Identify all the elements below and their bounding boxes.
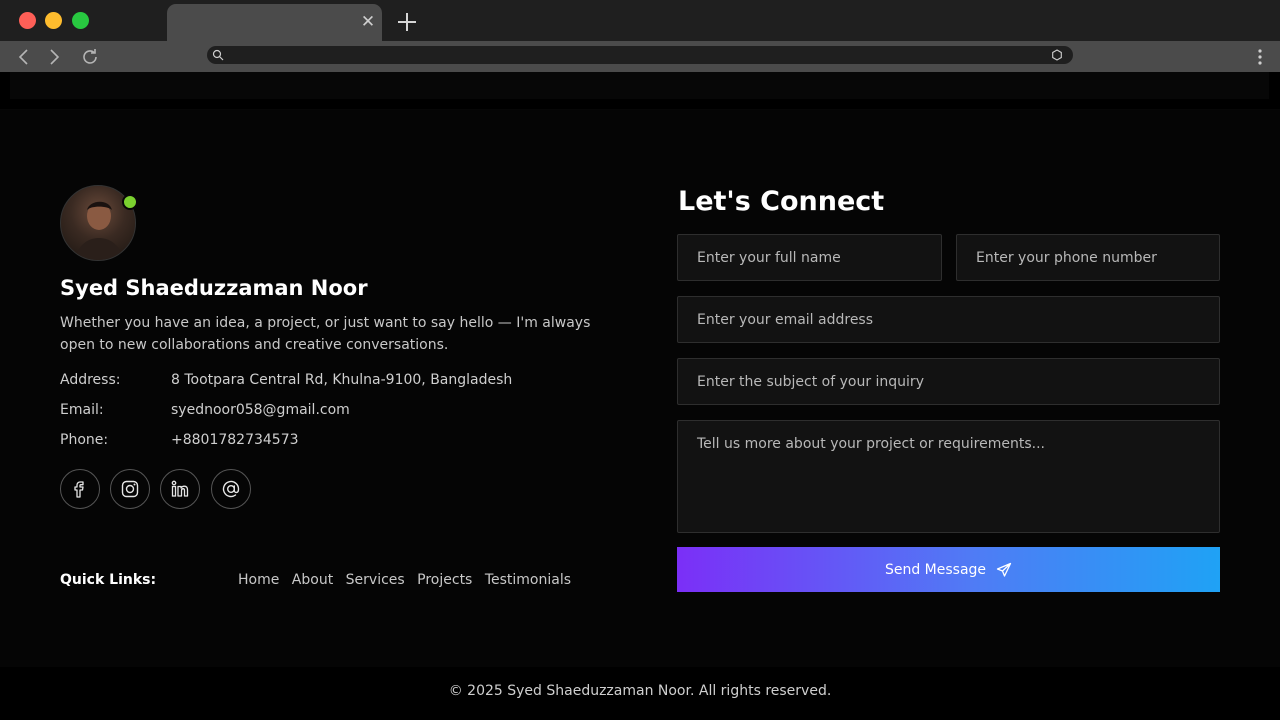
email-label: Email: <box>60 402 104 418</box>
profile-name: Syed Shaeduzzaman Noor <box>60 276 368 300</box>
reload-icon <box>83 49 97 64</box>
address-row: Address: 8 Tootpara Central Rd, Khulna-9… <box>60 372 600 392</box>
quick-links-label: Quick Links: <box>60 572 157 588</box>
minimize-window-button[interactable] <box>45 12 62 29</box>
address-label: Address: <box>60 372 121 388</box>
plus-icon <box>398 13 416 31</box>
close-window-button[interactable] <box>19 12 36 29</box>
quick-link-home[interactable]: Home <box>238 572 279 588</box>
linkedin-icon <box>171 480 189 497</box>
online-status-dot <box>122 194 138 210</box>
page-edge-right <box>1269 72 1280 99</box>
contact-form-title: Let's Connect <box>678 186 885 217</box>
header-gap <box>0 99 1280 109</box>
at-icon <box>222 480 240 498</box>
phone-row: Phone: +8801782734573 <box>60 432 600 452</box>
full-name-input[interactable] <box>677 234 942 281</box>
contact-section: Syed Shaeduzzaman Noor Whether you have … <box>0 110 1280 667</box>
profile-bio: Whether you have an idea, a project, or … <box>60 315 591 353</box>
facebook-link[interactable] <box>60 469 100 509</box>
avatar <box>60 185 138 261</box>
email-input[interactable] <box>677 296 1220 343</box>
browser-menu-button[interactable] <box>1256 47 1264 67</box>
browser-tab-active[interactable]: ✕ <box>167 4 382 41</box>
linkedin-link[interactable] <box>160 469 200 509</box>
reload-button[interactable] <box>80 47 100 67</box>
email-link[interactable] <box>211 469 251 509</box>
paper-plane-icon <box>996 562 1012 577</box>
quick-link-about[interactable]: About <box>292 572 333 588</box>
site-header-strip <box>10 72 1269 99</box>
copyright-text: © 2025 Syed Shaeduzzaman Noor. All right… <box>448 683 832 699</box>
quick-link-services[interactable]: Services <box>346 572 405 588</box>
search-icon <box>212 49 224 61</box>
instagram-icon <box>121 480 139 498</box>
email-value[interactable]: syednoor058@gmail.com <box>171 402 350 418</box>
address-bar[interactable] <box>207 46 1073 64</box>
chevron-right-icon <box>50 49 60 65</box>
send-message-button[interactable]: Send Message <box>677 547 1220 592</box>
page-edge-left <box>0 72 10 99</box>
browser-toolbar <box>0 41 1280 72</box>
site-footer: © 2025 Syed Shaeduzzaman Noor. All right… <box>0 667 1280 720</box>
page: Syed Shaeduzzaman Noor Whether you have … <box>0 72 1280 720</box>
phone-label: Phone: <box>60 432 109 448</box>
quick-links-nav: Home About Services Projects Testimonial… <box>238 572 579 588</box>
message-textarea[interactable] <box>677 420 1220 533</box>
kebab-menu-icon <box>1258 49 1262 65</box>
forward-button[interactable] <box>44 47 64 67</box>
phone-input[interactable] <box>956 234 1220 281</box>
chevron-left-icon <box>18 49 28 65</box>
address-value: 8 Tootpara Central Rd, Khulna-9100, Bang… <box>171 372 513 388</box>
facebook-icon <box>74 481 84 498</box>
quick-link-testimonials[interactable]: Testimonials <box>485 572 571 588</box>
email-row: Email: syednoor058@gmail.com <box>60 402 600 422</box>
send-message-label: Send Message <box>884 561 987 578</box>
maximize-window-button[interactable] <box>72 12 89 29</box>
back-button[interactable] <box>14 47 34 67</box>
new-tab-button[interactable] <box>395 10 419 34</box>
browser-tabbar: ✕ <box>0 0 1280 41</box>
subject-input[interactable] <box>677 358 1220 405</box>
tab-close-icon[interactable]: ✕ <box>360 12 376 32</box>
extension-icon[interactable] <box>1051 49 1063 61</box>
instagram-link[interactable] <box>110 469 150 509</box>
phone-value[interactable]: +8801782734573 <box>171 432 299 448</box>
quick-link-projects[interactable]: Projects <box>417 572 472 588</box>
